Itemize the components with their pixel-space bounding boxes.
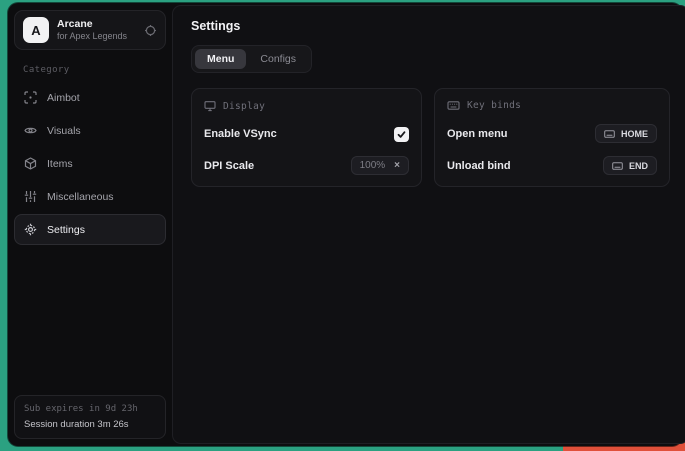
package-icon (24, 157, 37, 170)
keybinds-card-header: Key binds (447, 100, 657, 111)
sidebar-item-label: Miscellaneous (47, 191, 114, 203)
keybinds-card: Key binds Open menu HOME (434, 88, 670, 187)
dpi-scale-value: 100% (360, 160, 386, 171)
brand-header: A Arcane for Apex Legends (14, 10, 166, 50)
check-icon (397, 130, 406, 139)
sidebar-item-label: Aimbot (47, 92, 80, 104)
sidebar: A Arcane for Apex Legends Category Aimbo (8, 3, 172, 446)
sidebar-item-settings[interactable]: Settings (14, 214, 166, 245)
unload-bind-row: Unload bind END (447, 156, 657, 175)
app-name: Arcane (57, 19, 136, 30)
vsync-checkbox[interactable] (394, 127, 409, 142)
unload-bind-value: END (629, 161, 648, 171)
open-menu-bind-value: HOME (621, 129, 648, 139)
app-logo: A (23, 17, 49, 43)
target-icon[interactable] (144, 24, 157, 37)
open-menu-row: Open menu HOME (447, 124, 657, 143)
unload-bind-button[interactable]: END (603, 156, 657, 175)
sidebar-item-aimbot[interactable]: Aimbot (14, 82, 166, 113)
app-window: A Arcane for Apex Legends Category Aimbo (8, 3, 682, 446)
display-card: Display Enable VSync DPI Scale 100% × (191, 88, 422, 187)
display-card-header: Display (204, 100, 409, 112)
unload-bind-label: Unload bind (447, 160, 511, 172)
sliders-icon (24, 190, 37, 203)
keyboard-icon (447, 100, 460, 111)
monitor-icon (204, 100, 216, 112)
page-title: Settings (191, 19, 670, 33)
key-icon (604, 130, 615, 138)
dpi-scale-input[interactable]: 100% × (351, 156, 409, 175)
sidebar-item-items[interactable]: Items (14, 148, 166, 179)
sidebar-spacer (14, 245, 166, 395)
crosshair-icon (24, 91, 37, 104)
clear-icon[interactable]: × (394, 161, 400, 171)
sidebar-item-label: Items (47, 158, 73, 170)
eye-icon (24, 124, 37, 137)
brand-text: Arcane for Apex Legends (57, 19, 136, 42)
main-panel: Settings Menu Configs Display (172, 5, 685, 444)
session-duration-text: Session duration 3m 26s (24, 419, 156, 430)
tab-menu[interactable]: Menu (195, 49, 246, 69)
vsync-row: Enable VSync (204, 125, 409, 143)
open-menu-label: Open menu (447, 128, 508, 140)
vsync-label: Enable VSync (204, 128, 277, 140)
sub-expires-text: Sub expires in 9d 23h (24, 404, 156, 414)
sidebar-item-visuals[interactable]: Visuals (14, 115, 166, 146)
app-subtitle: for Apex Legends (57, 32, 136, 41)
sidebar-item-label: Visuals (47, 125, 81, 137)
dpi-row: DPI Scale 100% × (204, 156, 409, 175)
cards-row: Display Enable VSync DPI Scale 100% × (191, 88, 670, 187)
category-label: Category (23, 65, 166, 75)
gear-icon (24, 223, 37, 236)
subscription-info-box: Sub expires in 9d 23h Session duration 3… (14, 395, 166, 439)
open-menu-bind-button[interactable]: HOME (595, 124, 657, 143)
keybinds-card-title: Key binds (467, 100, 521, 111)
dpi-label: DPI Scale (204, 160, 254, 172)
sidebar-item-label: Settings (47, 224, 85, 236)
tab-bar: Menu Configs (191, 45, 312, 73)
key-icon (612, 162, 623, 170)
tab-configs[interactable]: Configs (248, 49, 308, 69)
display-card-title: Display (223, 101, 265, 112)
sidebar-item-miscellaneous[interactable]: Miscellaneous (14, 181, 166, 212)
